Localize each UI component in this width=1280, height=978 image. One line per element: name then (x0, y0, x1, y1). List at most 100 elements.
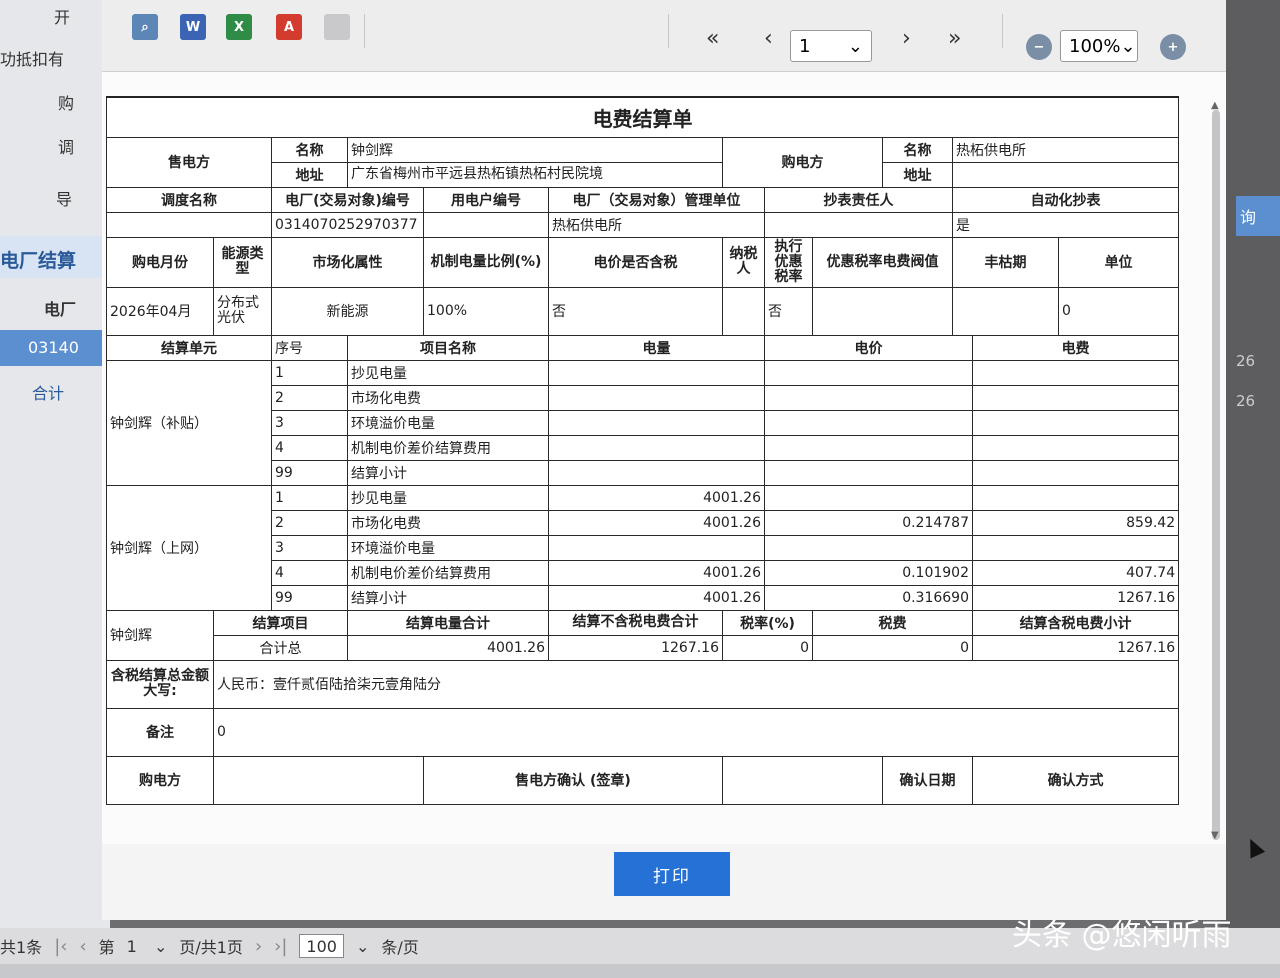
season-value (952, 286, 1059, 336)
seller-name-label: 名称 (271, 136, 348, 163)
report-toolbar: ⌕ W X A « ‹ 1 ⌄ › » − 100% ⌄ + (102, 0, 1226, 72)
group-subsidy: 钟剑辉（补贴） (106, 359, 272, 486)
summary-owner: 钟剑辉 (106, 609, 214, 661)
energy-cell (548, 384, 765, 411)
chevron-down-icon: ⌄ (847, 35, 863, 57)
auto-meter-label: 自动化抄表 (951, 186, 1180, 213)
seq-cell: 2 (271, 509, 348, 536)
market-header: 市场化属性 (271, 236, 424, 288)
energy-cell: 4001.26 (548, 559, 765, 586)
bg-right-value-0: 26 (1236, 352, 1256, 370)
fee-cell (971, 359, 1180, 386)
chevron-down-icon: ⌄ (1120, 35, 1136, 57)
price-cell: 0.316690 (764, 584, 973, 611)
print-button[interactable]: 打印 (614, 852, 730, 896)
page-select[interactable]: 1 ⌄ (790, 30, 872, 62)
summary-energy-value: 4001.26 (347, 634, 549, 661)
summary-tax-value: 0 (812, 634, 973, 661)
sign-seller-label: 售电方确认 (签章) (423, 755, 723, 805)
zoom-out-icon[interactable]: − (1026, 34, 1052, 60)
vertical-scrollbar[interactable]: ▲ ▼ (1210, 100, 1222, 844)
summary-fee-ex-header: 结算不含税电费合计 (548, 609, 723, 636)
page-size-chevron-icon[interactable]: ⌄ (356, 937, 369, 956)
page-size-input[interactable]: 100 (299, 934, 344, 958)
bg-column-header: 电厂 (44, 300, 77, 319)
threshold-header: 优惠税率电费阀值 (812, 236, 953, 288)
pager-page-select[interactable]: 1 ⌄ (127, 937, 168, 956)
last-page-button[interactable]: » (948, 26, 961, 51)
fee-cell: 859.42 (971, 509, 1180, 536)
month-header: 购电月份 (106, 236, 214, 288)
seq-header: 序号 (271, 334, 348, 361)
summary-item-value: 合计总 (213, 634, 348, 661)
summary-rate-value: 0 (722, 634, 813, 661)
pager-total: 共1条 (0, 938, 43, 957)
remark-value: 0 (212, 707, 1180, 757)
fee-cell: 407.74 (971, 559, 1180, 586)
bg-total-label: 合计 (32, 384, 65, 403)
taxpayer-header: 纳税人 (722, 236, 765, 288)
blank-doc-icon[interactable] (324, 14, 350, 40)
prev-page-button[interactable]: ‹ (764, 26, 773, 51)
energy-cell (548, 359, 765, 386)
fee-cell: 1267.16 (971, 584, 1180, 611)
seq-cell: 99 (271, 584, 348, 611)
first-page-icon[interactable]: |‹ (54, 936, 67, 957)
auto-meter-value: 是 (951, 211, 1180, 238)
excel-icon[interactable]: X (226, 14, 252, 40)
page-select-value: 1 (799, 35, 811, 57)
meter-reader-label: 抄表责任人 (764, 186, 953, 213)
summary-fee-ex-value: 1267.16 (548, 634, 723, 661)
zoom-select[interactable]: 100% ⌄ (1060, 30, 1138, 62)
item-name-cell: 市场化电费 (347, 384, 549, 411)
taxpayer-value (722, 286, 765, 336)
first-page-button[interactable]: « (706, 26, 719, 51)
pager-page-suffix: 页/共1页 (179, 938, 243, 957)
summary-rate-header: 税率(%) (722, 609, 813, 636)
energy-type-value: 分布式光伏 (213, 286, 272, 336)
word-icon[interactable]: W (180, 14, 206, 40)
next-page-button[interactable]: › (902, 26, 911, 51)
unit-header: 单位 (1057, 236, 1180, 288)
prev-page-icon[interactable]: ‹ (79, 936, 86, 957)
next-page-icon[interactable]: › (255, 936, 262, 957)
bg-side-text-1: 功抵扣有 (0, 50, 65, 69)
fee-cell (971, 409, 1180, 436)
seller-label: 售电方 (106, 136, 272, 188)
search-doc-icon[interactable]: ⌕ (132, 14, 158, 40)
group-grid: 钟剑辉（上网） (106, 484, 272, 611)
mgmt-unit-label: 电厂（交易对象）管理单位 (548, 186, 765, 213)
energy-cell: 4001.26 (548, 584, 765, 611)
price-cell: 0.214787 (764, 509, 973, 536)
bg-section-title: 电厂结算 (0, 250, 77, 272)
document-area: 电费结算单 售电方 名称 钟剑辉 购电方 名称 热柘供电所 地址 广东省梅州市平… (102, 72, 1226, 844)
scroll-down-icon[interactable]: ▼ (1211, 830, 1219, 841)
scroll-thumb[interactable] (1212, 110, 1220, 840)
market-value: 新能源 (271, 286, 424, 336)
threshold-value (812, 286, 953, 336)
last-page-icon[interactable]: ›| (274, 936, 287, 957)
buyer-label: 购电方 (722, 136, 883, 188)
bg-selected-row-text: 03140 (28, 338, 79, 357)
page-size-suffix: 条/页 (381, 938, 419, 957)
amount-text: 人民币：壹仟贰佰陆拾柒元壹角陆分 (212, 659, 1180, 709)
seq-cell: 99 (271, 459, 348, 486)
bg-side-text-4: 导 (56, 190, 73, 209)
price-cell (764, 384, 973, 411)
summary-energy-header: 结算电量合计 (347, 609, 549, 636)
item-name-cell: 机制电价差价结算费用 (347, 434, 549, 461)
unit-value: 0 (1057, 286, 1180, 336)
mgmt-unit-value: 热柘供电所 (548, 211, 765, 238)
summary-total-value: 1267.16 (971, 634, 1180, 661)
pdf-icon[interactable]: A (276, 14, 302, 40)
buyer-name-label: 名称 (882, 136, 953, 163)
zoom-in-icon[interactable]: + (1160, 34, 1186, 60)
watermark: 头条 @悠闲听雨 (1012, 918, 1232, 953)
scroll-up-icon[interactable]: ▲ (1211, 100, 1219, 111)
bg-query-button[interactable]: 询 (1236, 196, 1280, 236)
bg-side-text-0: 开 (54, 8, 71, 27)
item-name-cell: 环境溢价电量 (347, 534, 549, 561)
toolbar-separator (668, 14, 669, 48)
background-app: 开 功抵扣有 购 调 导 电厂结算 电厂 03140 合计 (0, 0, 110, 978)
buyer-address (951, 161, 1180, 188)
